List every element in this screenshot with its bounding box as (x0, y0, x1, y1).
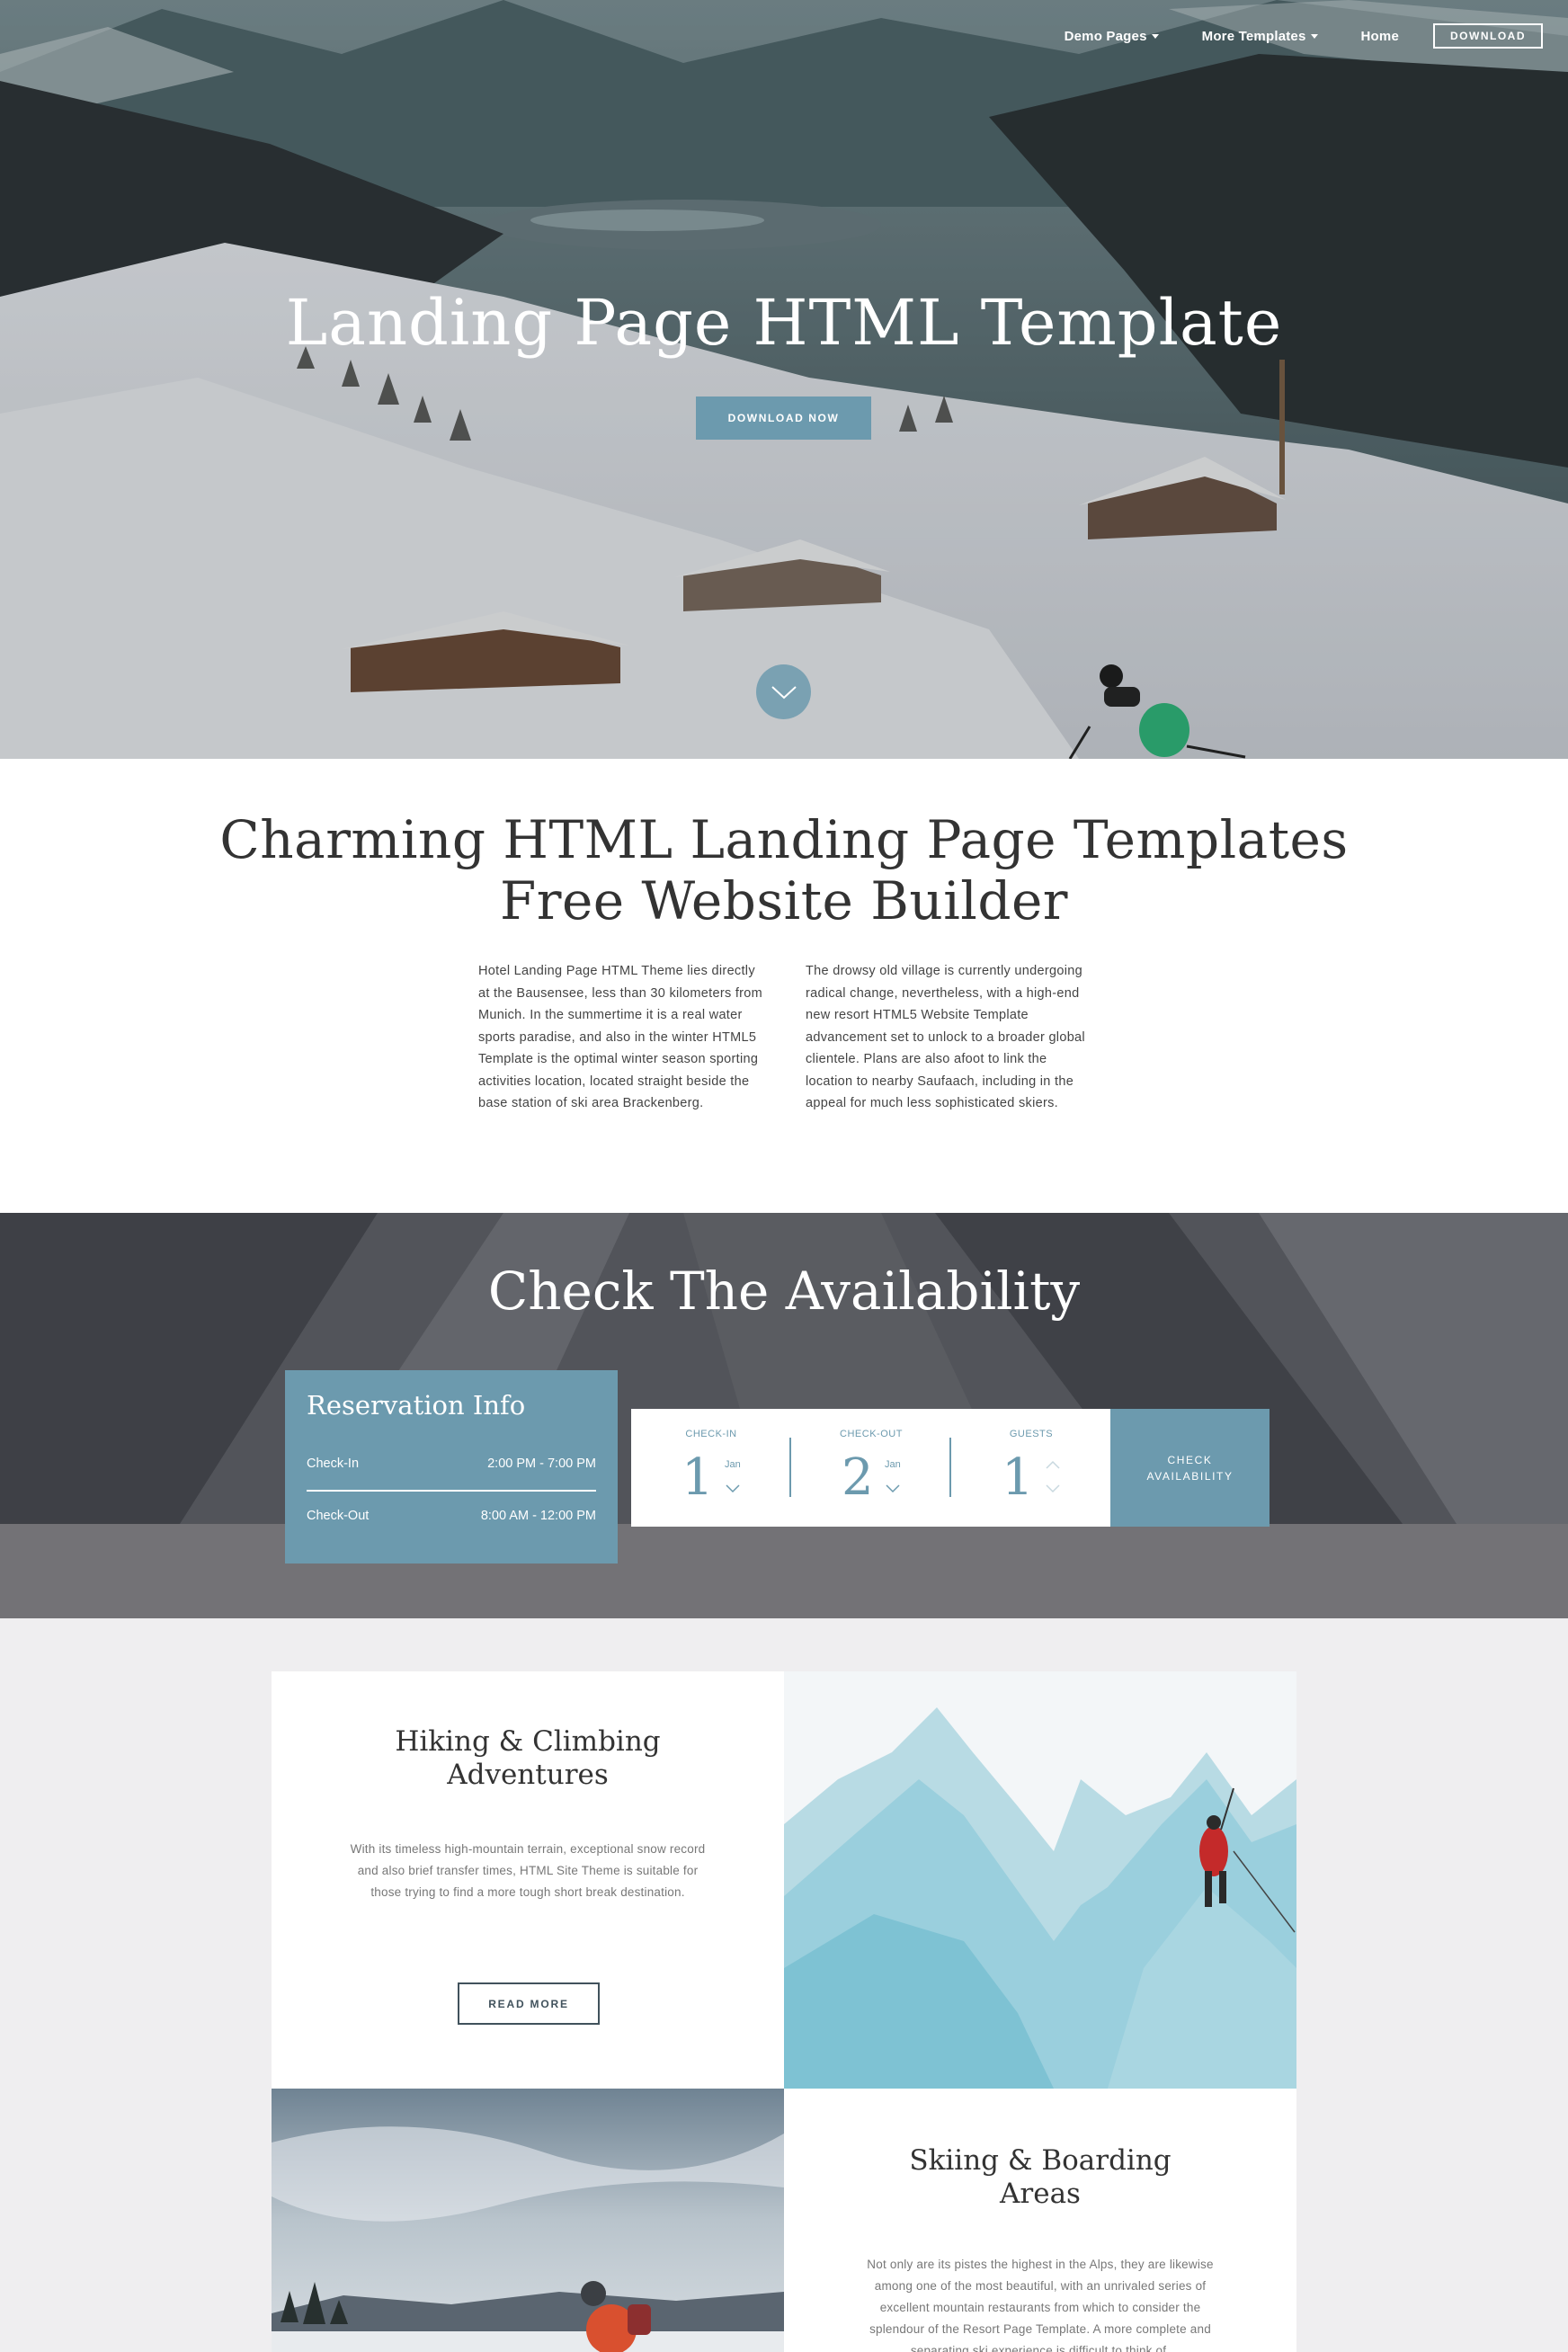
chevron-down-icon[interactable] (1045, 1483, 1061, 1495)
hiking-card-title: Hiking & Climbing Adventures (272, 1725, 784, 1792)
check-availability-line2: AVAILABILITY (1146, 1469, 1234, 1483)
checkin-hours-label: Check-In (307, 1457, 360, 1471)
checkout-date-picker[interactable]: CHECK-OUT 2 Jan (791, 1409, 951, 1527)
skiing-title-line1: Skiing & Boarding (909, 2144, 1172, 2177)
scroll-down-button[interactable] (756, 664, 811, 719)
checkout-month: Jan (885, 1459, 901, 1470)
guests-value: 1 (1002, 1448, 1034, 1507)
hiking-card-text: With its timeless high-mountain terrain,… (350, 1842, 706, 1899)
chevron-down-icon[interactable] (725, 1483, 741, 1495)
download-now-button[interactable]: DOWNLOAD NOW (696, 396, 871, 440)
nav-home[interactable]: Home (1361, 29, 1399, 44)
intro-paragraph-left: Hotel Landing Page HTML Theme lies direc… (478, 964, 763, 1110)
nav-more-templates[interactable]: More Templates (1202, 29, 1318, 44)
checkout-day: 2 (842, 1448, 874, 1507)
caret-down-icon (1151, 33, 1159, 39)
checkin-month: Jan (725, 1459, 741, 1470)
skiing-title-line2: Areas (1000, 2178, 1081, 2210)
hiking-title-line1: Hiking & Climbing (395, 1725, 661, 1758)
intro-title-line2: Free Website Builder (499, 870, 1069, 931)
hiking-title-line2: Adventures (447, 1759, 609, 1791)
skiing-card: Skiing & Boarding Areas Not only are its… (784, 2089, 1296, 2352)
hero-overlay (0, 0, 1568, 759)
availability-form: CHECK-IN 1 Jan CHECK-OUT 2 Jan GUESTS 1 (631, 1409, 1111, 1527)
intro-paragraph-right: The drowsy old village is currently unde… (806, 964, 1085, 1110)
hiking-card: Hiking & Climbing Adventures With its ti… (272, 1671, 784, 2089)
chevron-up-icon[interactable] (1045, 1459, 1061, 1470)
checkin-hours-row: Check-In 2:00 PM - 7:00 PM (307, 1457, 596, 1471)
checkin-label: CHECK-IN (685, 1429, 737, 1439)
nav-home-label: Home (1360, 28, 1399, 44)
skiing-card-title: Skiing & Boarding Areas (784, 2144, 1296, 2211)
checkout-hours-label: Check-Out (307, 1509, 370, 1523)
check-availability-line1: CHECK (1167, 1453, 1213, 1466)
hero-section: Demo Pages More Templates Home DOWNLOAD … (0, 0, 1568, 759)
top-navigation: Demo Pages More Templates Home DOWNLOAD (1021, 23, 1543, 49)
check-availability-button[interactable]: CHECK AVAILABILITY (1110, 1409, 1270, 1527)
chevron-down-icon[interactable] (885, 1483, 901, 1495)
intro-section: Charming HTML Landing Page Templates Fre… (0, 759, 1568, 1213)
reservation-info-title: Reservation Info (307, 1390, 526, 1421)
checkout-hours-row: Check-Out 8:00 AM - 12:00 PM (307, 1509, 596, 1523)
skier-photo (272, 2089, 784, 2352)
nav-demo-pages-label: Demo Pages (1064, 28, 1147, 44)
caret-down-icon (1310, 33, 1318, 39)
ice-climbing-image (784, 1671, 1296, 2089)
availability-title: Check The Availability (487, 1261, 1081, 1322)
guests-stepper[interactable]: GUESTS 1 (951, 1409, 1111, 1527)
guests-label: GUESTS (1009, 1429, 1054, 1439)
nav-more-templates-label: More Templates (1201, 28, 1306, 44)
checkout-label: CHECK-OUT (840, 1429, 903, 1439)
checkout-hours-value: 8:00 AM - 12:00 PM (480, 1509, 596, 1523)
nav-demo-pages[interactable]: Demo Pages (1065, 29, 1159, 44)
chevron-down-icon (771, 685, 797, 699)
availability-bottom-band (0, 1524, 1568, 1618)
ice-climber-photo (784, 1671, 1296, 2089)
reservation-divider (307, 1490, 596, 1492)
intro-title-line1: Charming HTML Landing Page Templates (219, 809, 1349, 870)
read-more-button[interactable]: READ MORE (458, 1982, 600, 2025)
checkin-hours-value: 2:00 PM - 7:00 PM (487, 1457, 596, 1471)
intro-title: Charming HTML Landing Page Templates Fre… (0, 809, 1568, 931)
skier-image (272, 2089, 784, 2352)
checkin-date-picker[interactable]: CHECK-IN 1 Jan (631, 1409, 791, 1527)
checkin-day: 1 (682, 1448, 714, 1507)
hero-title: Landing Page HTML Template (285, 286, 1283, 360)
nav-download-button[interactable]: DOWNLOAD (1433, 23, 1543, 49)
skiing-card-text: Not only are its pistes the highest in t… (867, 2258, 1214, 2352)
reservation-info-panel: Reservation Info Check-In 2:00 PM - 7:00… (285, 1370, 618, 1564)
